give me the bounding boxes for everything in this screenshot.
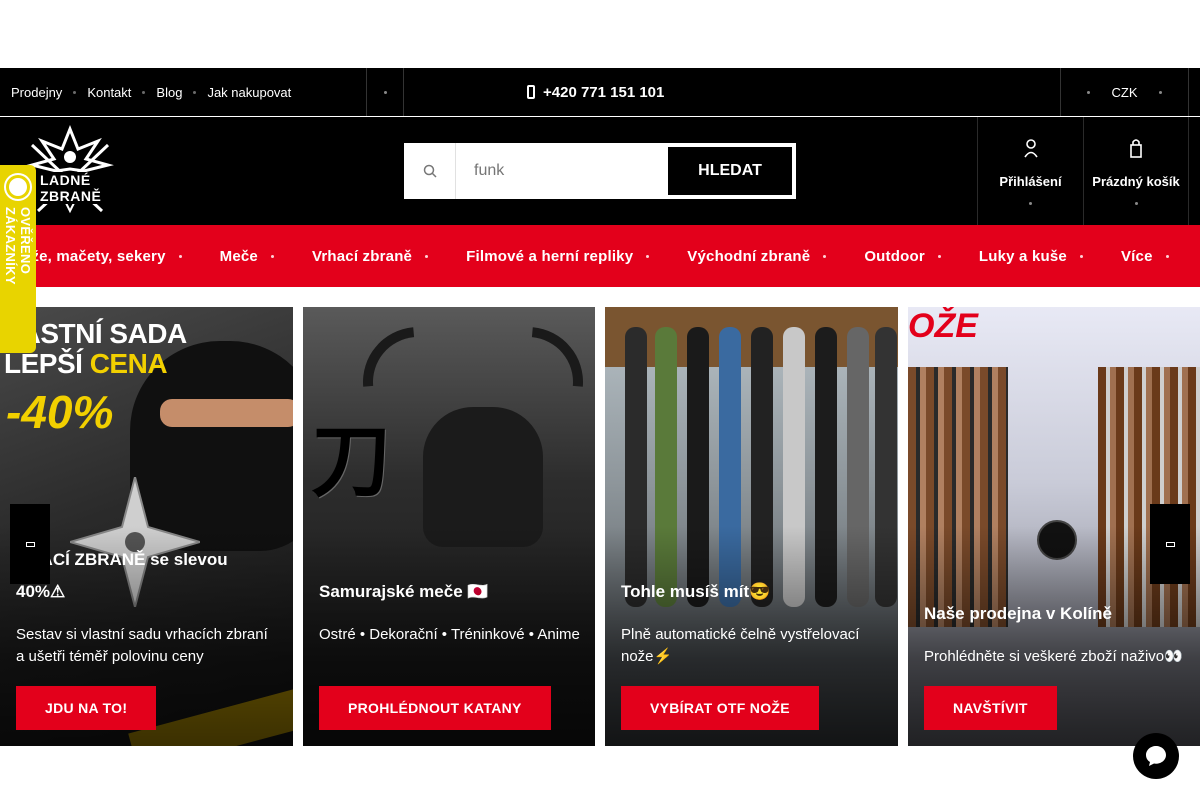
promo-line-2: LEPŠÍ CENA [4,348,168,379]
banner-katanas[interactable]: 刀 Samurajské meče 🇯🇵 Ostré • Dekorační •… [303,307,595,746]
banner-cta-button[interactable]: NAVŠTÍVIT [924,686,1057,730]
seal-icon [6,175,30,199]
banner-description: Sestav si vlastní sadu vrhacích zbraní a… [16,626,268,665]
page: Prodejny Kontakt Blog Jak nakupovat +420… [0,0,1200,800]
category-label: Meče [219,247,258,265]
banner-cta-button[interactable]: PROHLÉDNOUT KATANY [319,686,551,730]
carousel-prev-button[interactable] [10,504,50,584]
chevron-down-icon [646,254,650,258]
banner-cta-button[interactable]: JDU NA TO! [16,686,157,730]
chevron-down-icon [1029,201,1032,205]
banner-title-line: 40%⚠ [16,582,66,601]
category-label: Luky a kuše [978,247,1067,265]
top-link-blog[interactable]: Blog [145,68,193,116]
category-outdoor[interactable]: Outdoor [845,225,960,287]
banner-cta-button[interactable]: VYBÍRAT OTF NOŽE [621,686,819,730]
category-label: Outdoor [864,247,925,265]
banner-title: Naše prodejna v Kolíně [924,604,1112,623]
more-dot-icon [383,90,387,94]
chevron-down-icon [1134,201,1138,205]
divider [1188,68,1189,116]
currency-selector[interactable]: CZK [1060,68,1188,116]
search-input[interactable] [456,151,681,191]
top-utility-bar: Prodejny Kontakt Blog Jak nakupovat +420… [0,68,1200,116]
chevron-down-icon [425,254,429,258]
banner-description: Ostré • Dekorační • Tréninkové • Anime [319,626,580,643]
category-label: Filmové a herní repliky [466,247,634,265]
banner-title: Samurajské meče 🇯🇵 [319,582,489,601]
category-throwing-weapons[interactable]: Vrhací zbraně [293,225,447,287]
banner-title-line: RHACÍ ZBRANĚ se slevou [16,550,228,569]
top-link-jak-nakupovat[interactable]: Jak nakupovat [196,68,302,116]
category-more[interactable]: Více [1102,225,1188,287]
main-header: LADNÉ ZBRANĚ HLEDAT Přihlášení Prázdný k… [0,117,1200,225]
chevron-down-icon [823,254,827,258]
cart-button[interactable]: Prázdný košík [1083,117,1189,225]
carousel-next-button[interactable] [1150,504,1190,584]
category-label: Vrhací zbraně [311,247,413,265]
category-label: Více [1120,247,1153,265]
cart-icon [1130,138,1142,158]
category-bows[interactable]: Luky a kuše [960,225,1102,287]
logo-text: LADNÉ ZBRANĚ [38,172,128,204]
login-button[interactable]: Přihlášení [977,117,1083,225]
banner-title: RHACÍ ZBRANĚ se slevou 40%⚠ [16,544,278,608]
chevron-down-icon [1159,90,1162,94]
top-links: Prodejny Kontakt Blog Jak nakupovat [0,68,302,116]
login-label: Přihlášení [999,173,1062,189]
currency-value: CZK [1111,84,1138,100]
top-more-button[interactable] [366,68,404,116]
kanji-glyph: 刀 [311,417,391,506]
chevron-down-icon [937,254,941,258]
phone-icon [527,85,535,99]
banner-description: Prohlédněte si veškeré zboží naživo👀 [924,648,1183,665]
verified-customers-badge[interactable]: OVĚŘENO ZÁKAZNÍKY [0,165,36,353]
badge-text: OVĚŘENO ZÁKAZNÍKY [3,206,33,285]
promo-word-highlight: CENA [89,348,168,379]
arrow-left-icon [25,541,35,547]
banner-description: Plně automatické čelně vystřelovací nože… [621,626,860,665]
banner-otf-knives[interactable]: Tohle musíš mít😎 Plně automatické čelně … [605,307,898,746]
user-icon [1023,138,1038,157]
cart-label: Prázdný košík [1092,173,1180,189]
category-label: ože, mačety, sekery [22,247,166,265]
phone-number: +420 771 151 101 [543,83,665,101]
currency-dot-icon [1087,90,1090,94]
search-form: HLEDAT [404,143,796,199]
chevron-down-icon [1079,254,1083,258]
phone-contact[interactable]: +420 771 151 101 [527,68,664,116]
chevron-down-icon [178,254,182,258]
category-eastern-weapons[interactable]: Východní zbraně [668,225,845,287]
search-button[interactable]: HLEDAT [668,147,792,195]
chat-button[interactable] [1133,733,1179,779]
ninja-eyes-image [160,399,293,427]
category-replicas[interactable]: Filmové a herní repliky [447,225,668,287]
chat-icon [1146,746,1166,766]
chevron-down-icon [270,254,274,258]
search-icon[interactable] [404,143,456,199]
category-swords[interactable]: Meče [201,225,293,287]
promo-discount: -40% [6,386,114,438]
top-link-prodejny[interactable]: Prodejny [0,68,73,116]
category-nav: ože, mačety, sekery Meče Vrhací zbraně F… [0,225,1200,287]
banner-title: Tohle musíš mít😎 [621,582,771,601]
arrow-right-icon [1165,541,1175,547]
chevron-down-icon [1165,254,1169,258]
top-link-kontakt[interactable]: Kontakt [76,68,142,116]
store-sign: OŽE [908,307,978,345]
category-label: Východní zbraně [687,247,811,265]
banner-carousel: LASTNÍ SADA LEPŠÍ CENA -40% RHACÍ ZBRANĚ… [0,307,1200,746]
